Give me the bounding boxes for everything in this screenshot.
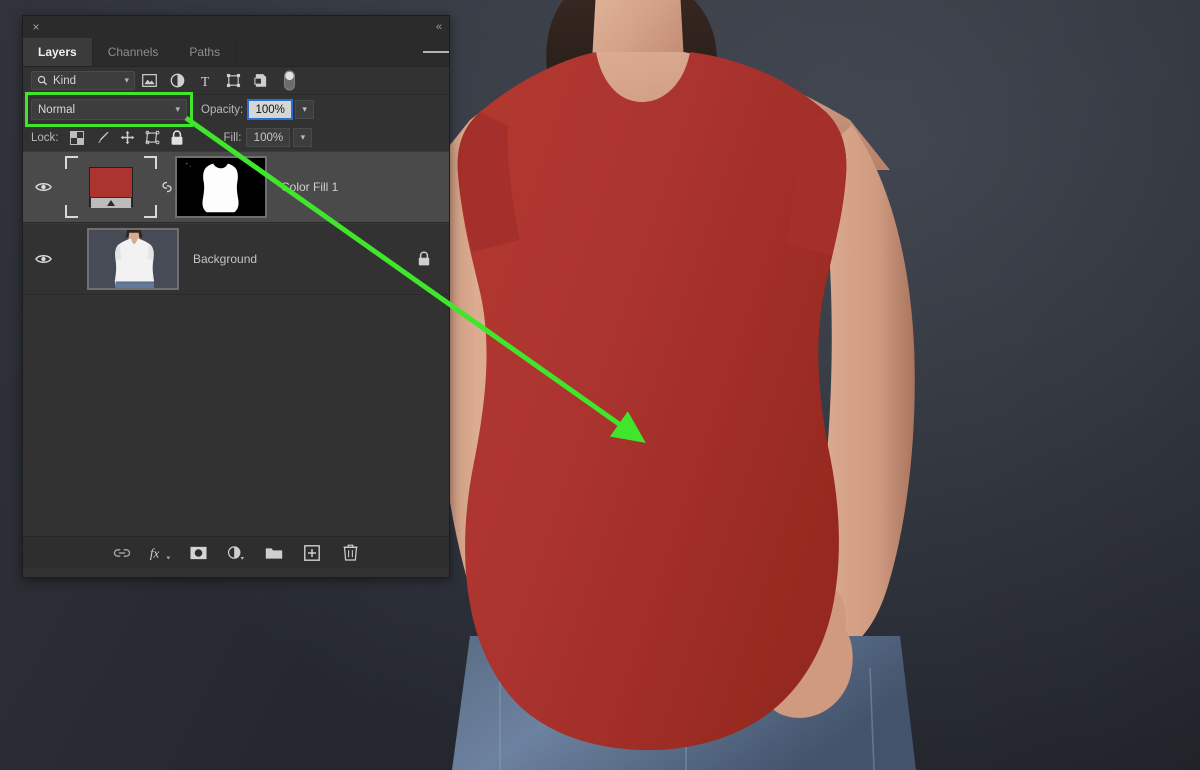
eye-icon bbox=[34, 183, 52, 191]
filter-type-layers-icon[interactable]: T bbox=[191, 70, 219, 92]
fill-label: Fill: bbox=[223, 131, 242, 144]
layer-style-fx-icon[interactable]: fx bbox=[149, 542, 171, 564]
background-layer-thumbnail[interactable] bbox=[87, 228, 179, 290]
layer-mask-thumbnail[interactable] bbox=[175, 156, 267, 218]
layer-visibility-toggle[interactable] bbox=[23, 181, 63, 193]
lock-position-icon[interactable] bbox=[115, 128, 140, 148]
layer-visibility-toggle[interactable] bbox=[23, 253, 63, 265]
layer-name-color-fill-1: Color Fill 1 bbox=[281, 180, 339, 194]
chevron-down-icon: ▾ bbox=[175, 104, 180, 114]
panel-footer-strip bbox=[23, 568, 449, 577]
blend-mode-value: Normal bbox=[38, 103, 76, 116]
opacity-input[interactable]: 100% bbox=[247, 99, 294, 120]
opacity-label: Opacity: bbox=[201, 103, 244, 116]
chevron-down-icon: ▾ bbox=[124, 75, 129, 85]
lock-label: Lock: bbox=[31, 131, 59, 144]
recolored-shirt bbox=[457, 52, 847, 751]
color-fill-thumbnail[interactable] bbox=[63, 154, 159, 220]
layer-filter-kind-label: Kind bbox=[53, 74, 77, 87]
panel-menu-icon[interactable] bbox=[423, 38, 450, 66]
thumbnail-selection-brackets bbox=[65, 156, 157, 218]
lock-icon bbox=[418, 251, 430, 266]
lock-all-icon[interactable] bbox=[165, 128, 190, 148]
filter-adjustment-layers-icon[interactable] bbox=[163, 70, 191, 92]
svg-text:T: T bbox=[201, 75, 210, 88]
lock-transparent-pixels-icon[interactable] bbox=[65, 128, 90, 148]
collapse-panel-icon[interactable]: « bbox=[436, 21, 442, 33]
new-group-icon[interactable] bbox=[263, 542, 285, 564]
layer-row-color-fill-1[interactable]: Color Fill 1 bbox=[23, 151, 449, 223]
layer-locked-indicator bbox=[417, 251, 431, 267]
filter-smart-object-icon[interactable] bbox=[247, 70, 275, 92]
eye-icon bbox=[34, 255, 52, 263]
opacity-stepper[interactable]: ▾ bbox=[295, 100, 315, 119]
blend-mode-select[interactable]: Normal ▾ bbox=[31, 99, 187, 120]
link-layers-icon[interactable] bbox=[111, 542, 133, 564]
layers-panel: × « Layers Channels Paths Kind ▾ T Norma… bbox=[22, 15, 450, 578]
svg-text:fx: fx bbox=[150, 546, 160, 560]
add-layer-mask-icon[interactable] bbox=[187, 542, 209, 564]
lock-row: Lock: Fill: 100% ▾ bbox=[23, 124, 449, 151]
filter-pixel-layers-icon[interactable] bbox=[135, 70, 163, 92]
close-icon[interactable]: × bbox=[30, 21, 42, 33]
tab-layers[interactable]: Layers bbox=[23, 38, 93, 66]
layer-name-background: Background bbox=[193, 252, 258, 266]
layer-mask-link-icon[interactable] bbox=[159, 178, 175, 196]
filter-toggle-switch-icon[interactable] bbox=[275, 70, 303, 92]
delete-layer-icon[interactable] bbox=[339, 542, 361, 564]
blend-mode-row: Normal ▾ Opacity: 100% ▾ bbox=[23, 92, 449, 127]
tab-paths[interactable]: Paths bbox=[174, 38, 237, 66]
layer-filter-kind-select[interactable]: Kind ▾ bbox=[31, 71, 135, 90]
layer-row-background[interactable]: Background bbox=[23, 223, 449, 295]
panel-topbar: × « bbox=[23, 16, 449, 38]
new-layer-icon[interactable] bbox=[301, 542, 323, 564]
new-adjustment-layer-icon[interactable] bbox=[225, 542, 247, 564]
fill-input[interactable]: 100% bbox=[246, 128, 291, 147]
filter-shape-layers-icon[interactable] bbox=[219, 70, 247, 92]
panel-tab-bar: Layers Channels Paths bbox=[23, 38, 450, 67]
fill-stepper[interactable]: ▾ bbox=[293, 128, 313, 147]
tab-channels[interactable]: Channels bbox=[93, 38, 175, 66]
lock-artboard-nesting-icon[interactable] bbox=[140, 128, 165, 148]
layer-filter-row: Kind ▾ T bbox=[23, 67, 449, 95]
layers-panel-toolbar: fx bbox=[23, 536, 449, 568]
screenshot-root: × « Layers Channels Paths Kind ▾ T Norma… bbox=[0, 0, 1200, 770]
lock-image-pixels-icon[interactable] bbox=[90, 128, 115, 148]
search-icon bbox=[37, 75, 48, 86]
layer-list: Color Fill 1 Background bbox=[23, 151, 449, 536]
